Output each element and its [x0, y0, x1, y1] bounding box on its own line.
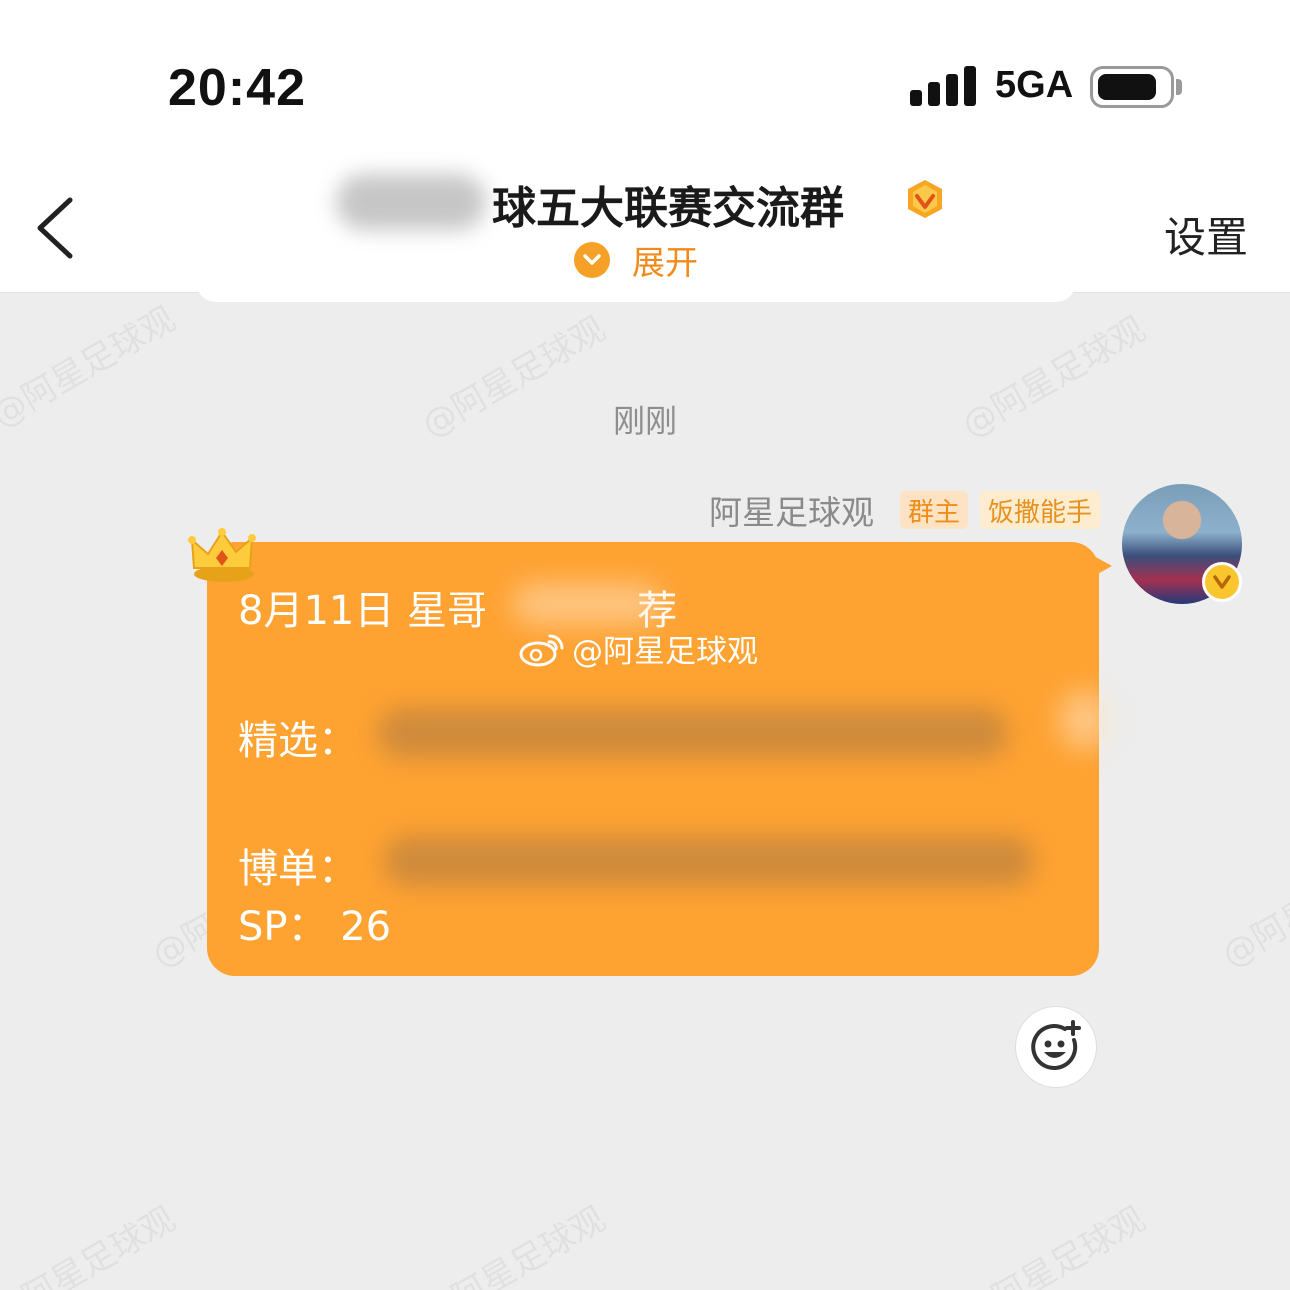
- signal-icon: [910, 66, 976, 106]
- watermark: @阿星足球观: [0, 1199, 183, 1290]
- sender-name[interactable]: 阿星足球观: [709, 486, 874, 534]
- owner-tag: 群主: [899, 491, 968, 529]
- weibo-icon: [519, 634, 564, 667]
- settings-button[interactable]: 设置: [1164, 204, 1248, 265]
- watermark: @阿星足球观: [955, 1199, 1153, 1290]
- fan-tag: 饭撒能手: [979, 491, 1100, 529]
- smiley-plus-icon: [1031, 1020, 1081, 1070]
- pinned-card-edge: [196, 282, 1076, 302]
- verified-badge-icon: [908, 180, 942, 218]
- battery-cap: [1176, 79, 1182, 95]
- message-line-3: 博单：: [238, 846, 358, 892]
- add-reaction-button[interactable]: [1015, 1006, 1097, 1088]
- title-blurred-part: [336, 174, 486, 230]
- message-timestamp: 刚刚: [612, 402, 677, 440]
- sender-row: 阿星足球观 群主 饭撒能手: [709, 488, 1100, 532]
- message-date-text: 8月11日 星哥: [238, 588, 488, 634]
- group-title-area[interactable]: 球五大联赛交流群: [332, 170, 962, 234]
- network-label: 5GA: [995, 64, 1074, 106]
- redacted-text: [378, 708, 1008, 758]
- status-time: 20:42: [168, 59, 306, 117]
- weibo-watermark-text: @阿星足球观: [572, 633, 758, 670]
- message-line-4: SP： 26: [238, 904, 392, 950]
- avatar-verified-icon: [1202, 562, 1242, 602]
- message-line-2: 精选：: [238, 718, 358, 764]
- weibo-watermark: @阿星足球观: [518, 628, 758, 670]
- redacted-text: [384, 836, 1034, 886]
- battery-icon: [1090, 66, 1174, 108]
- bubble-tail: [1094, 556, 1112, 576]
- expand-label: 展开: [632, 243, 698, 282]
- redacted-text: [1060, 690, 1110, 750]
- expand-toggle[interactable]: 展开: [574, 240, 698, 282]
- redacted-text: [512, 584, 662, 624]
- back-chevron-icon[interactable]: [32, 196, 76, 260]
- group-title: 球五大联赛交流群: [492, 183, 844, 234]
- watermark: @阿星足球观: [415, 1199, 613, 1290]
- expand-chevron-icon: [574, 242, 610, 278]
- crown-icon: [188, 528, 256, 582]
- watermark: @阿星足球观: [1215, 839, 1290, 976]
